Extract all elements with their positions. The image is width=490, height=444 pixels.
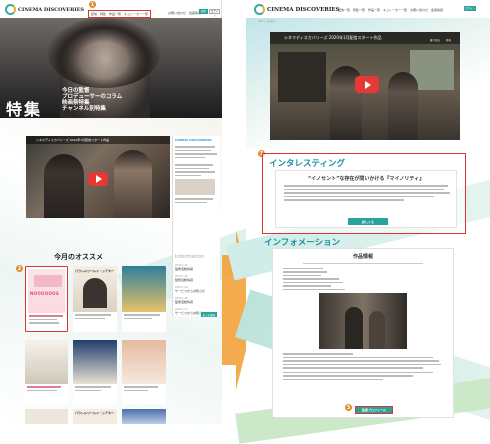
sidebar: CINEMA DISCOVERIES Information 2020.1.31… [172, 136, 220, 318]
nav-item-contact[interactable]: お問い合わせ [410, 8, 428, 12]
poster-image [73, 340, 117, 384]
logo[interactable]: CINEMA DISCOVERIES [5, 4, 84, 15]
information-title: インフォメーション [264, 238, 341, 248]
logo-mark-icon [254, 4, 265, 15]
main-nav: 配信一覧 特集一覧 作品一覧 キュレーター一覧 お問い合わせ 会員情報 [338, 8, 443, 12]
poster-card[interactable]: NOOOOOOS [25, 266, 68, 332]
nav-item-curators[interactable]: キュレーター一覧 [124, 12, 148, 16]
video-person-1 [44, 154, 84, 218]
poster-card[interactable] [122, 266, 166, 332]
information-label: Information [175, 254, 204, 260]
nav-item-member[interactable]: 会員情報 [431, 8, 443, 12]
search-button[interactable]: 検索 [199, 9, 208, 14]
info-meta [273, 264, 453, 290]
marker-2: 2 [16, 265, 23, 272]
logo[interactable]: CINEMA DISCOVERIES [254, 4, 340, 15]
play-icon[interactable] [355, 76, 379, 93]
featured-video[interactable]: シネマディスカバリーズ 2020年1月配信スタート作品 [26, 136, 170, 218]
poster-card[interactable] [25, 340, 68, 404]
hero-banner[interactable]: 特集 今日の監督 プロデューサーのコラム 映画祭特集 チャンネル別特集 [0, 18, 222, 118]
sidebar-feed [173, 144, 220, 207]
poster-image: NOOOOOOS [28, 269, 65, 313]
login-button[interactable]: ログイン [464, 6, 476, 11]
marker-3b: 3 [345, 404, 352, 411]
sidebar-title: CINEMA DISCOVERIES [175, 138, 212, 142]
right-page: CINEMA DISCOVERIES 配信一覧 特集一覧 作品一覧 キュレーター… [225, 0, 490, 444]
news-item[interactable]: 2020.1.31 監督活動情報 [175, 264, 219, 271]
info-body [273, 349, 453, 380]
nav-item-works[interactable]: 作品一覧 [109, 12, 121, 16]
video-person-2 [388, 72, 418, 140]
video-title-bar: シネマディスカバリーズ 2020年1月配信スタート作品 [26, 136, 170, 144]
news-item[interactable]: 2020.1.30 監督活動情報 [175, 275, 219, 282]
interesting-more-button[interactable]: 詳しくる [348, 218, 388, 225]
poster-card[interactable] [25, 409, 68, 424]
poster-card[interactable] [73, 340, 117, 404]
interesting-title: インタレスティング [269, 159, 345, 169]
main-nav: 配信 特集 作品一覧 キュレーター一覧 [88, 10, 151, 18]
poster-image: パラレルワールド・シアター [73, 266, 117, 312]
work-video[interactable]: シネマディスカバリーズ 2020年1月配信スタート作品 後で見る 共有 [270, 32, 460, 140]
nav-item-works[interactable]: 作品一覧 [368, 8, 380, 12]
video-shelf [278, 52, 326, 102]
login-button[interactable]: ログイン [209, 9, 220, 17]
recommend-title: 今月のオススメ [54, 253, 103, 261]
video-share[interactable]: 共有 [446, 38, 451, 42]
nav-item-stream[interactable]: 配信 [91, 12, 97, 16]
logo-mark-icon [5, 4, 16, 15]
more-button[interactable]: もっと見る [201, 312, 217, 317]
poster-image [122, 340, 166, 384]
interesting-section: インタレスティング “イノセント”な存在が問いかける『マイノリティ』 詳しくる [262, 153, 466, 234]
nav-item-contact[interactable]: お問い合わせ [168, 11, 186, 15]
sub-nav: お問い合わせ 会員情報 [168, 11, 201, 15]
interesting-body [276, 182, 456, 201]
info-image [319, 293, 407, 349]
nav-item-curators[interactable]: キュレーター一覧 [383, 8, 407, 12]
logo-text: CINEMA DISCOVERIES [18, 6, 84, 13]
left-page: CINEMA DISCOVERIES 1 配信 特集 作品一覧 キュレーター一覧… [0, 0, 263, 424]
hero-title: 特集 [6, 100, 43, 118]
video-watch-later[interactable]: 後で見る [430, 38, 440, 42]
play-icon[interactable] [88, 172, 108, 186]
hero-hair [48, 18, 160, 88]
interesting-heading: “イノセント”な存在が問いかける『マイノリティ』 [307, 176, 425, 182]
news-list: 2020.1.31 監督活動情報 2020.1.30 監督活動情報 2020.1.2… [175, 264, 219, 318]
poster-card[interactable] [122, 409, 166, 424]
nav-item-feature[interactable]: 特集一覧 [353, 8, 365, 12]
poster-card[interactable]: パラレルワールド・シアター [73, 266, 117, 332]
news-item[interactable]: 2020.1.28 監督活動情報 [175, 297, 219, 304]
news-item[interactable]: 2020.1.29 サービスからお知らせ [175, 286, 219, 293]
poster-card[interactable]: パラレルワールド・シアター [73, 409, 117, 424]
director-profile-button[interactable]: 監督プロフィール [355, 406, 393, 414]
video-person-2 [114, 150, 152, 218]
breadcrumb[interactable]: TOP ＞ 作品名 [258, 19, 275, 23]
info-heading: 作品情報 [352, 254, 373, 260]
poster-card[interactable] [122, 340, 166, 404]
poster-image [25, 340, 68, 384]
poster-image [122, 266, 166, 312]
nav-item-stream[interactable]: 配信一覧 [338, 8, 350, 12]
nav-item-feature[interactable]: 特集 [100, 12, 106, 16]
marker-1: 1 [89, 1, 96, 8]
interesting-card: “イノセント”な存在が問いかける『マイノリティ』 詳しくる [275, 170, 457, 228]
info-card: 作品情報 3 監督プロフィール [272, 248, 454, 418]
logo-text: CINEMA DISCOVERIES [267, 6, 340, 13]
hero-lines: 今日の監督 プロデューサーのコラム 映画祭特集 チャンネル別特集 [62, 88, 123, 112]
